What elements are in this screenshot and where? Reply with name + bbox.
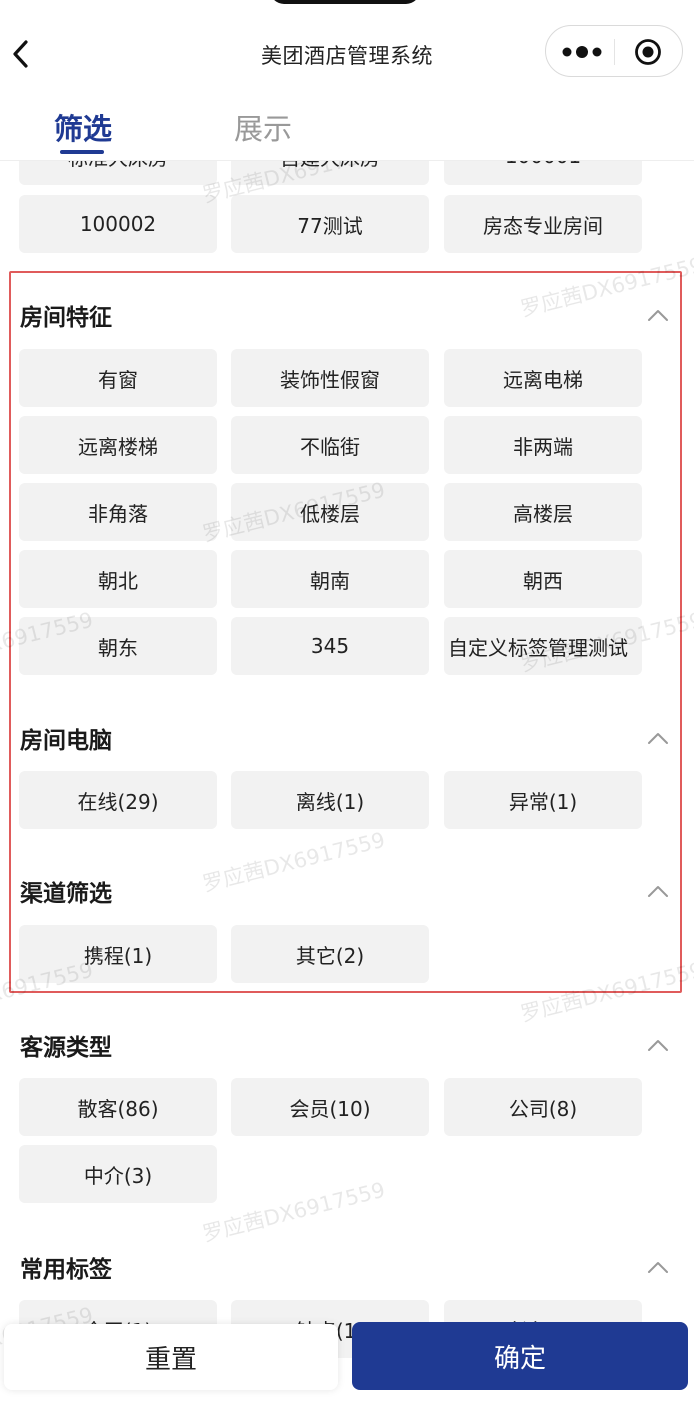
room-type-chip[interactable]: 自建大床房: [231, 161, 429, 185]
room-type-chip[interactable]: 100002: [19, 195, 217, 253]
filter-scroll-area[interactable]: 标准大床房 自建大床房 100001 100002 77测试 房态专业房间 房间…: [0, 161, 694, 1404]
bottom-action-bar: 重置 确定: [0, 1320, 694, 1404]
watermark-text: 罗应茜DX6917559: [200, 1177, 388, 1247]
room-type-chip[interactable]: 标准大床房: [19, 161, 217, 185]
room-type-chip[interactable]: 77测试: [231, 195, 429, 253]
reset-button[interactable]: 重置: [4, 1324, 338, 1390]
more-icon[interactable]: [560, 38, 610, 66]
miniprogram-capsule: [545, 25, 683, 77]
tab-bar: 筛选 展示: [0, 100, 694, 160]
highlight-annotation-box: [9, 271, 682, 993]
nav-bar: 美团酒店管理系统: [0, 0, 694, 100]
capsule-divider: [614, 39, 615, 65]
chevron-up-icon[interactable]: [646, 1259, 670, 1275]
room-type-chip[interactable]: 房态专业房间: [444, 195, 642, 253]
guest-type-chip[interactable]: 会员(10): [231, 1078, 429, 1136]
room-type-chip[interactable]: 100001: [444, 161, 642, 185]
section-title-common-tags: 常用标签: [20, 1257, 112, 1283]
guest-type-chip[interactable]: 中介(3): [19, 1145, 217, 1203]
active-tab-indicator: [60, 150, 104, 154]
section-title-guest-type: 客源类型: [20, 1035, 112, 1061]
tab-display[interactable]: 展示: [234, 106, 292, 148]
guest-type-chip[interactable]: 公司(8): [444, 1078, 642, 1136]
target-icon[interactable]: [634, 38, 662, 66]
tab-filter[interactable]: 筛选: [54, 106, 112, 148]
chevron-up-icon[interactable]: [646, 1037, 670, 1053]
confirm-button[interactable]: 确定: [352, 1322, 688, 1390]
guest-type-chip[interactable]: 散客(86): [19, 1078, 217, 1136]
app-screen: 美团酒店管理系统 筛选 展示 标准大床房 自建大床房 100001 10: [0, 0, 694, 1404]
